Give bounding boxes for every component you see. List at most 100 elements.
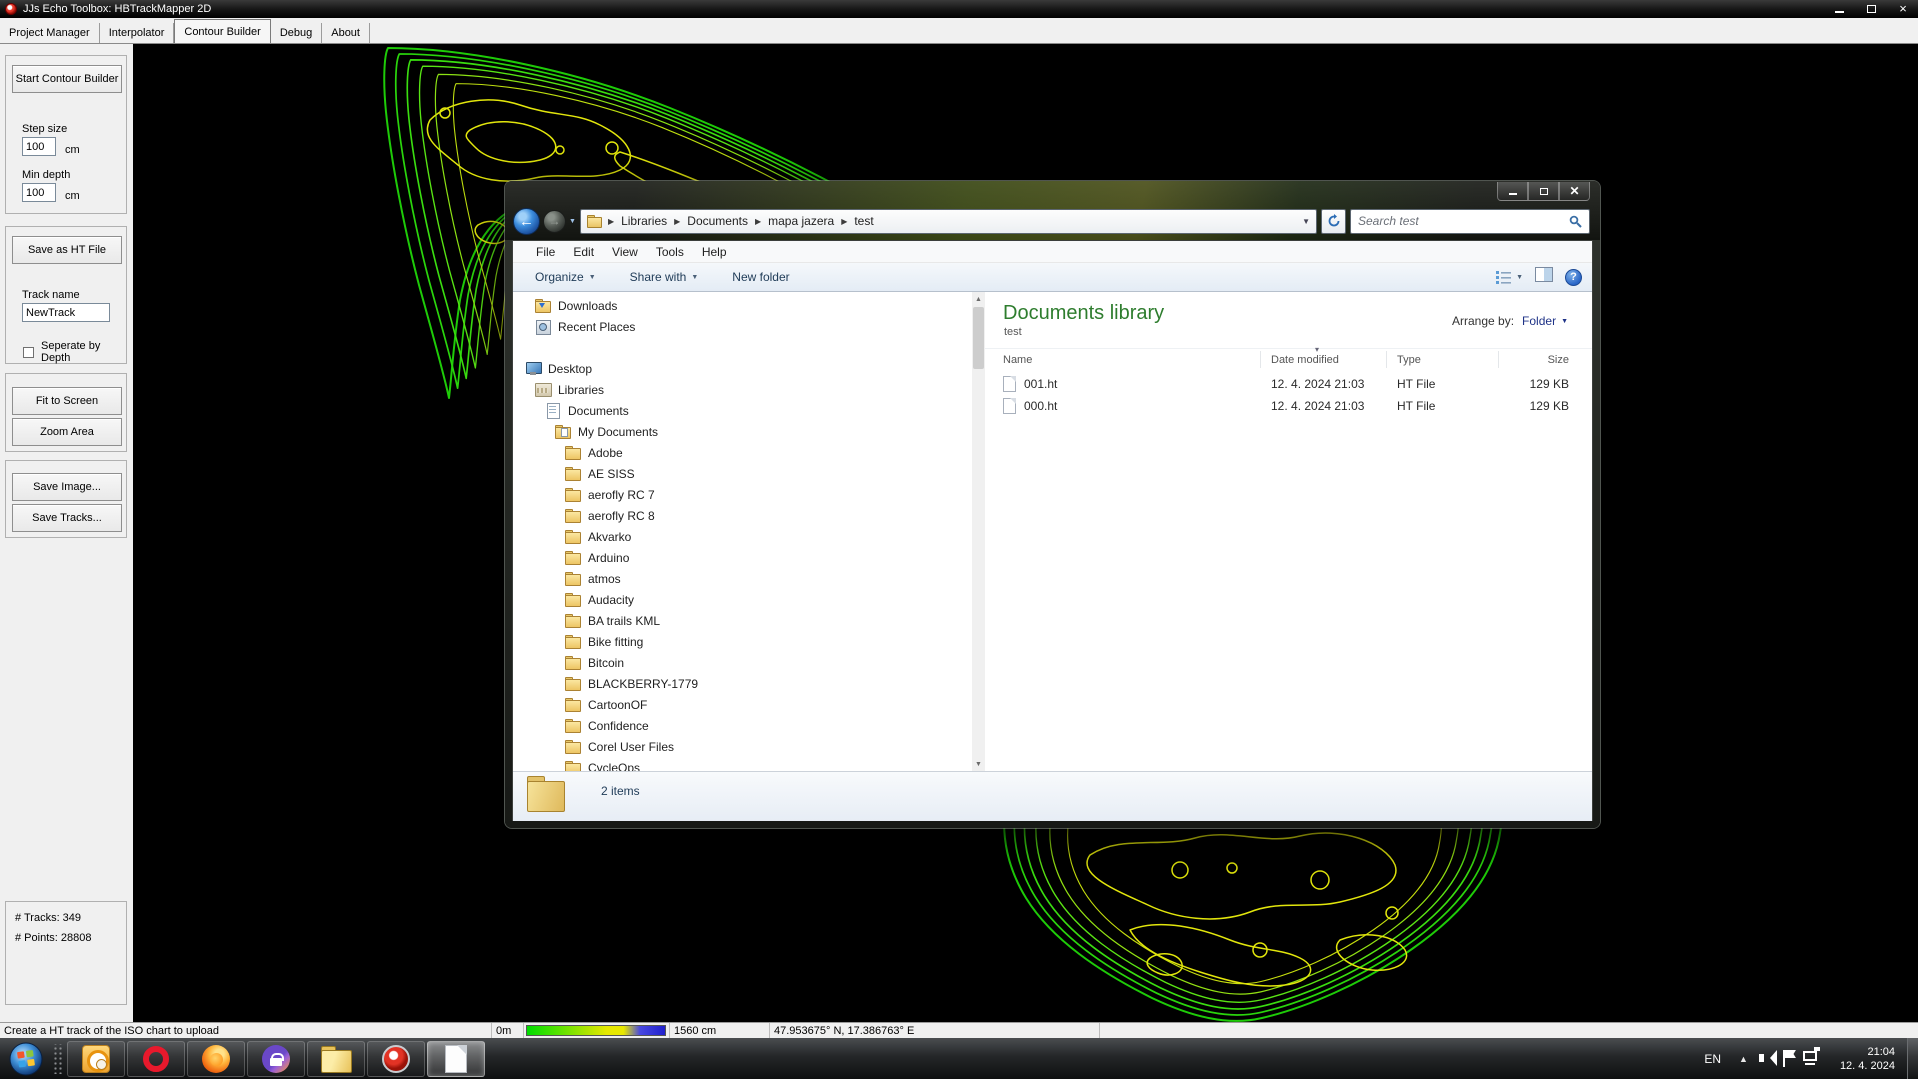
file-row[interactable]: 000.ht 12. 4. 2024 21:03 HT File 129 KB [985,395,1592,417]
language-indicator[interactable]: EN [1694,1052,1731,1066]
tree-item-downloads[interactable]: Downloads [513,295,972,316]
tree-item-arduino[interactable]: Arduino [513,547,972,568]
taskbar-echo-toolbox-button[interactable] [367,1041,425,1077]
menu-help[interactable]: Help [693,245,736,259]
tree-scrollbar[interactable]: ▲ ▼ [972,292,985,771]
folder-icon [565,697,582,712]
clock[interactable]: 21:04 12. 4. 2024 [1826,1045,1907,1073]
breadcrumb-documents[interactable]: Documents [682,212,753,230]
save-tracks-button[interactable]: Save Tracks... [12,504,122,532]
document-icon [445,1045,467,1073]
share-with-button[interactable]: Share with▼ [630,270,699,284]
start-contour-builder-button[interactable]: Start Contour Builder [12,65,122,93]
history-dropdown-icon[interactable]: ▼ [569,218,576,225]
taskbar-opera-button[interactable] [127,1041,185,1077]
track-name-input[interactable] [22,303,110,322]
breadcrumb-mapa-jazera[interactable]: mapa jazera [763,212,839,230]
tab-contour-builder[interactable]: Contour Builder [174,19,270,43]
tab-about[interactable]: About [322,23,370,43]
taskbar-outlook-button[interactable] [67,1041,125,1077]
show-hidden-icons-arrow[interactable]: ▲ [1731,1054,1756,1064]
tree-item-corel-user-files[interactable]: Corel User Files [513,736,972,757]
back-button[interactable]: ← [513,208,540,235]
taskbar-focus-browser-button[interactable] [247,1041,305,1077]
tree-item-cartoonof[interactable]: CartoonOF [513,694,972,715]
breadcrumb-arrow-icon: ▶ [839,217,849,226]
app-maximize-button[interactable] [1862,2,1880,15]
breadcrumb-libraries[interactable]: Libraries [616,212,672,230]
network-icon[interactable] [1800,1038,1826,1079]
scrollbar-thumb[interactable] [973,307,984,369]
explorer-maximize-button[interactable] [1528,182,1559,201]
column-header-type[interactable]: Type [1387,351,1499,368]
address-bar[interactable]: ▶ Libraries ▶ Documents ▶ mapa jazera ▶ … [580,209,1317,234]
preview-pane-button[interactable] [1535,267,1553,287]
menu-edit[interactable]: Edit [564,245,603,259]
tree-item-recent-places[interactable]: Recent Places [513,316,972,337]
explorer-titlebar[interactable]: ✕ ← → ▼ ▶ Libraries ▶ Documents ▶ mapa j… [505,181,1600,240]
tree-item-documents[interactable]: Documents [513,400,972,421]
folder-icon [565,613,582,628]
tree-item-akvarko[interactable]: Akvarko [513,526,972,547]
new-folder-button[interactable]: New folder [732,270,789,284]
arrange-by[interactable]: Arrange by: Folder▼ [1452,314,1568,328]
tree-item-aerofly-rc-8[interactable]: aerofly RC 8 [513,505,972,526]
column-header-row: ▾ Name Date modified Type Size [985,348,1592,369]
volume-icon[interactable] [1756,1038,1778,1079]
tree-item-bike-fitting[interactable]: Bike fitting [513,631,972,652]
start-button[interactable] [2,1040,50,1078]
tree-item-desktop[interactable]: Desktop [513,358,972,379]
tab-interpolator[interactable]: Interpolator [100,23,175,43]
taskbar-file-explorer-button[interactable] [307,1041,365,1077]
breadcrumb-test[interactable]: test [849,212,878,230]
column-header-name[interactable]: Name [1003,351,1261,368]
tree-item-audacity[interactable]: Audacity [513,589,972,610]
tree-item-blackberry-1779[interactable]: BLACKBERRY-1779 [513,673,972,694]
search-box[interactable] [1350,209,1590,234]
scroll-up-icon[interactable]: ▲ [972,292,985,306]
show-desktop-button[interactable] [1907,1038,1918,1079]
taskbar-document-viewer-button[interactable] [427,1041,485,1077]
zoom-area-button[interactable]: Zoom Area [12,418,122,446]
app-close-button[interactable]: × [1894,2,1912,15]
tree-item-adobe[interactable]: Adobe [513,442,972,463]
action-center-flag-icon[interactable] [1778,1038,1800,1079]
change-view-button[interactable]: ▼ [1496,270,1523,284]
tree-item-my-documents[interactable]: My Documents [513,421,972,442]
tree-item-libraries[interactable]: Libraries [513,379,972,400]
column-header-date-modified[interactable]: Date modified [1261,351,1387,368]
tree-item-ae-siss[interactable]: AE SISS [513,463,972,484]
tree-item-ba-trails-kml[interactable]: BA trails KML [513,610,972,631]
forward-button[interactable]: → [543,210,566,233]
tree-item-atmos[interactable]: atmos [513,568,972,589]
items-count: 2 items [601,784,640,798]
scroll-down-icon[interactable]: ▼ [972,757,985,771]
explorer-minimize-button[interactable] [1497,182,1528,201]
separate-by-depth-checkbox[interactable] [23,347,34,358]
tree-item-cycleops[interactable]: CycleOps [513,757,972,771]
tab-debug[interactable]: Debug [271,23,322,43]
tree-item-confidence[interactable]: Confidence [513,715,972,736]
organize-button[interactable]: Organize▼ [535,270,596,284]
menu-view[interactable]: View [603,245,647,259]
app-minimize-button[interactable] [1830,2,1848,15]
tree-item-aerofly-rc-7[interactable]: aerofly RC 7 [513,484,972,505]
save-image-button[interactable]: Save Image... [12,473,122,501]
refresh-button[interactable] [1321,209,1346,234]
explorer-close-button[interactable]: ✕ [1559,182,1590,201]
tree-item-bitcoin[interactable]: Bitcoin [513,652,972,673]
fit-to-screen-button[interactable]: Fit to Screen [12,387,122,415]
help-button[interactable]: ? [1565,269,1582,286]
file-row[interactable]: 001.ht 12. 4. 2024 21:03 HT File 129 KB [985,373,1592,395]
menu-file[interactable]: File [527,245,564,259]
arrange-by-value[interactable]: Folder [1522,314,1556,328]
step-size-input[interactable] [22,137,56,156]
min-depth-input[interactable] [22,183,56,202]
column-header-size[interactable]: Size [1499,351,1575,368]
tab-project-manager[interactable]: Project Manager [0,23,100,43]
address-dropdown-icon[interactable]: ▼ [1302,217,1310,226]
save-as-ht-file-button[interactable]: Save as HT File [12,236,122,264]
search-input[interactable] [1358,211,1563,232]
taskbar-firefox-button[interactable] [187,1041,245,1077]
menu-tools[interactable]: Tools [647,245,693,259]
